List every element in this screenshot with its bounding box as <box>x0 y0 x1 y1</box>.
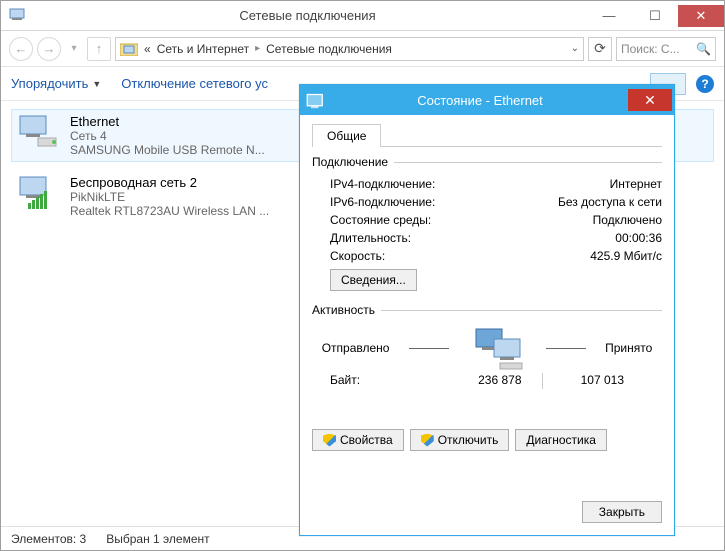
ethernet-adapter-icon <box>18 114 60 150</box>
window-title: Сетевые подключения <box>29 8 586 23</box>
received-label: Принято <box>605 341 652 355</box>
organize-menu[interactable]: Упорядочить▼ <box>11 76 101 91</box>
item-title: Беспроводная сеть 2 <box>70 175 269 190</box>
history-dropdown[interactable]: ▾ <box>65 43 83 54</box>
connection-section: Подключение IPv4-подключение:Интернет IP… <box>312 155 662 291</box>
media-value: Подключено <box>593 213 662 227</box>
search-input[interactable]: Поиск: С... 🔍 <box>616 37 716 61</box>
close-button[interactable]: ✕ <box>678 5 724 27</box>
forward-button[interactable]: → <box>37 37 61 61</box>
status-count: Элементов: 3 <box>11 532 86 546</box>
close-dialog-button[interactable]: Закрыть <box>582 501 662 523</box>
search-icon: 🔍 <box>696 42 711 56</box>
speed-label: Скорость: <box>330 249 590 263</box>
shield-icon <box>323 434 336 447</box>
bytes-sent: 236 878 <box>440 373 542 389</box>
chevron-right-icon[interactable]: ▸ <box>255 43 260 54</box>
ethernet-status-dialog: Состояние - Ethernet ✕ Общие Подключение… <box>299 84 675 536</box>
status-selected: Выбран 1 элемент <box>106 532 209 546</box>
address-dropdown-icon[interactable]: ⌄ <box>571 43 579 54</box>
item-network: Сеть 4 <box>70 129 265 143</box>
ipv6-label: IPv6-подключение: <box>330 195 558 209</box>
dialog-icon <box>306 92 326 108</box>
activity-icon <box>468 325 526 371</box>
item-adapter: Realtek RTL8723AU Wireless LAN ... <box>70 204 269 218</box>
search-placeholder: Поиск: С... <box>621 42 680 56</box>
tab-strip: Общие <box>312 123 662 147</box>
navigation-bar: ← → ▾ ↑ « Сеть и Интернет ▸ Сетевые подк… <box>1 31 724 67</box>
item-title: Ethernet <box>70 114 265 129</box>
diagnose-button[interactable]: Диагностика <box>515 429 607 451</box>
item-adapter: SAMSUNG Mobile USB Remote N... <box>70 143 265 157</box>
wifi-adapter-icon <box>18 175 60 211</box>
breadcrumb-2[interactable]: Сетевые подключения <box>266 42 392 56</box>
help-icon[interactable]: ? <box>696 75 714 93</box>
shield-icon <box>421 434 434 447</box>
refresh-button[interactable]: ⟳ <box>588 37 612 61</box>
ipv6-value: Без доступа к сети <box>558 195 662 209</box>
sent-label: Отправлено <box>322 341 390 355</box>
up-button[interactable]: ↑ <box>87 37 111 61</box>
maximize-button[interactable]: ☐ <box>632 5 678 27</box>
titlebar: Сетевые подключения — ☐ ✕ <box>1 1 724 31</box>
tab-general[interactable]: Общие <box>312 124 381 147</box>
duration-value: 00:00:36 <box>615 231 662 245</box>
explorer-window: Сетевые подключения — ☐ ✕ ← → ▾ ↑ « Сеть… <box>0 0 725 551</box>
ipv4-value: Интернет <box>610 177 662 191</box>
disable-device-button[interactable]: Отключение сетевого ус <box>121 76 268 91</box>
breadcrumb-1[interactable]: Сеть и Интернет <box>157 42 249 56</box>
folder-icon <box>120 41 138 56</box>
dialog-titlebar: Состояние - Ethernet ✕ <box>300 85 674 115</box>
bytes-received: 107 013 <box>543 373 645 389</box>
address-bar[interactable]: « Сеть и Интернет ▸ Сетевые подключения … <box>115 37 584 61</box>
disable-button[interactable]: Отключить <box>410 429 510 451</box>
app-icon <box>9 6 29 25</box>
speed-value: 425.9 Мбит/с <box>590 249 662 263</box>
item-network: PikNikLTE <box>70 190 269 204</box>
media-label: Состояние среды: <box>330 213 593 227</box>
properties-button[interactable]: Свойства <box>312 429 404 451</box>
activity-section: Активность Отправлено Принято Байт: 236 … <box>312 303 662 409</box>
bytes-label: Байт: <box>330 373 440 389</box>
breadcrumb-prefix: « <box>144 42 151 56</box>
ipv4-label: IPv4-подключение: <box>330 177 610 191</box>
dialog-title: Состояние - Ethernet <box>332 93 628 108</box>
details-button[interactable]: Сведения... <box>330 269 417 291</box>
back-button[interactable]: ← <box>9 37 33 61</box>
duration-label: Длительность: <box>330 231 615 245</box>
minimize-button[interactable]: — <box>586 5 632 27</box>
dialog-close-button[interactable]: ✕ <box>628 89 672 111</box>
